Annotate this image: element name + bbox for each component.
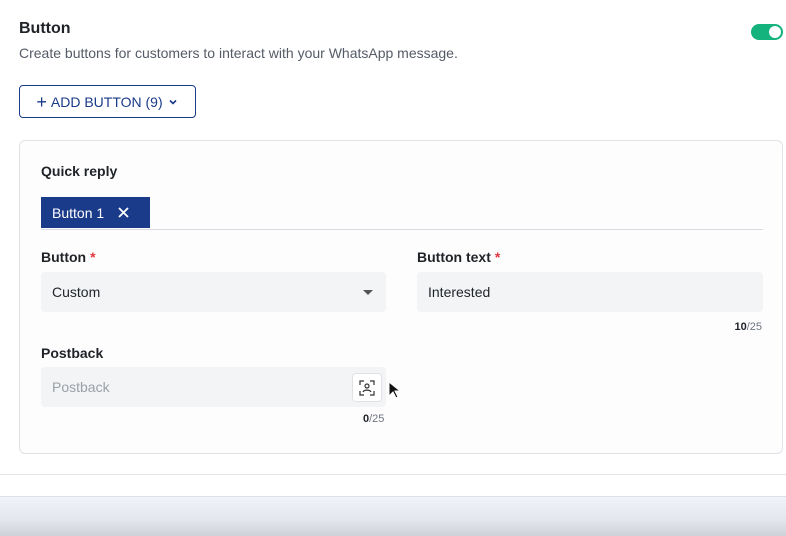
add-button-label: ADD BUTTON (9) [50,93,163,110]
button-text-input[interactable]: Interested [417,272,763,312]
close-icon[interactable] [118,207,129,218]
button-type-label: Button * [41,249,96,265]
postback-label: Postback [41,345,104,361]
postback-input[interactable]: Postback [41,367,386,407]
plus-icon: + [36,91,47,112]
contact-scan-icon [359,379,375,396]
add-button-dropdown[interactable]: + ADD BUTTON (9) [19,85,196,118]
button-text-counter: 10/25 [734,321,762,333]
button-settings-panel: Button Create buttons for customers to i… [0,0,786,475]
postback-placeholder: Postback [52,379,110,395]
quick-reply-card: Quick reply Button 1 Button * Custom Butt… [19,140,783,454]
section-description: Create buttons for customers to interact… [19,45,458,61]
enable-buttons-toggle[interactable] [751,24,783,40]
section-title: Button [19,20,71,37]
postback-counter: 0/25 [363,413,385,425]
contact-scan-button[interactable] [352,373,382,402]
tab-label: Button 1 [52,204,105,221]
button-type-value: Custom [52,284,101,300]
button-type-select[interactable]: Custom [41,272,386,312]
page-footer-area [0,496,786,536]
chevron-down-icon [169,99,177,105]
caret-down-icon [363,290,373,295]
tab-divider [41,229,763,230]
tab-button-1[interactable]: Button 1 [41,197,150,228]
mouse-cursor-icon [388,381,400,399]
button-text-label: Button text * [417,249,501,265]
button-text-value: Interested [428,284,491,300]
quick-reply-heading: Quick reply [41,163,118,179]
